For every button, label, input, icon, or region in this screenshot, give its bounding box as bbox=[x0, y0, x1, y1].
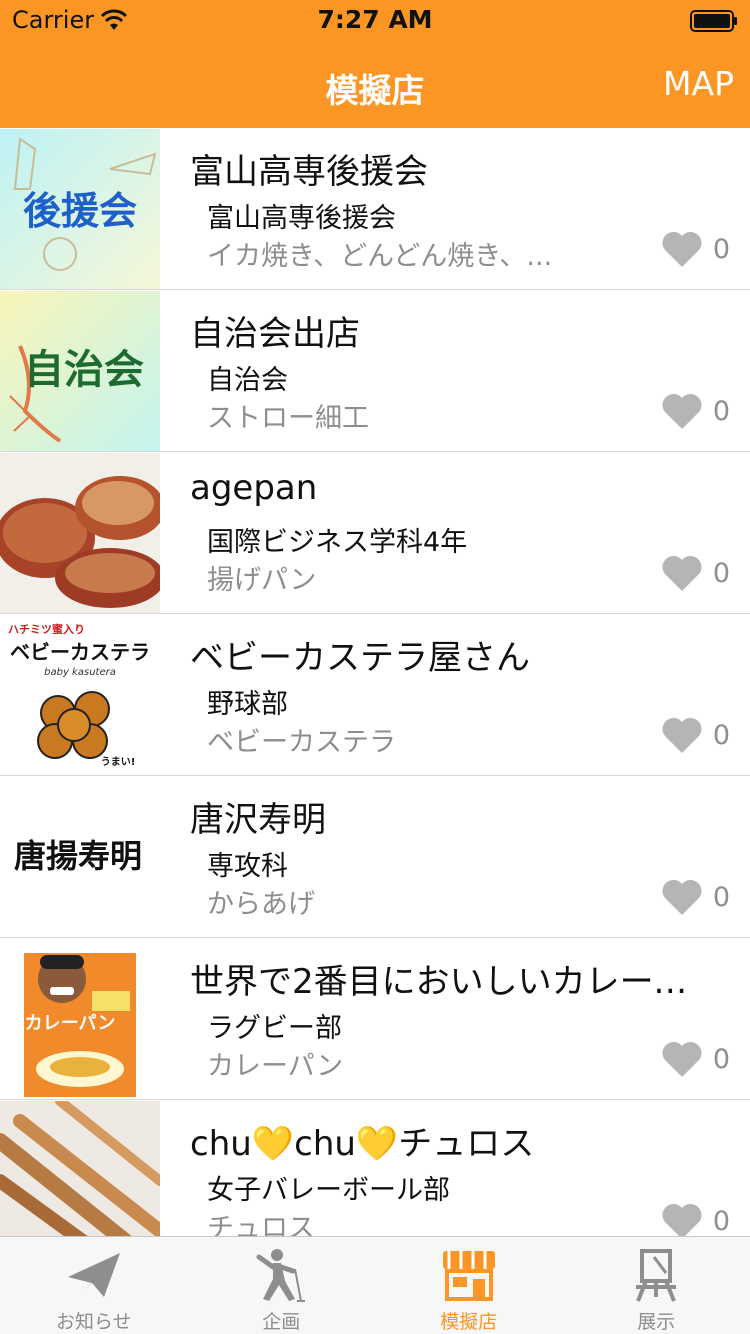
shop-organizer: 野球部 bbox=[207, 689, 288, 720]
map-button[interactable]: MAP bbox=[663, 64, 734, 103]
heart-icon bbox=[662, 1041, 702, 1077]
shop-items: ストロー細工 bbox=[207, 403, 369, 434]
shop-items: カレーパン bbox=[207, 1051, 344, 1082]
shop-name: 唐沢寿明 bbox=[190, 800, 326, 840]
tab-label: 模擬店 bbox=[440, 1311, 498, 1333]
like-count: 0 bbox=[712, 1205, 730, 1237]
shop-thumbnail bbox=[0, 1101, 160, 1236]
shop-row[interactable]: chu💛chu💛チュロス 女子バレーボール部 チュロス 0 bbox=[0, 1100, 750, 1236]
like-count: 0 bbox=[712, 395, 730, 427]
like-button[interactable]: 0 bbox=[661, 554, 730, 592]
thumb-text: カレーパン bbox=[25, 1013, 116, 1034]
shop-organizer: 富山高専後援会 bbox=[207, 203, 396, 234]
thumb-bottom-text: うまい! bbox=[101, 756, 136, 768]
heart-icon bbox=[662, 555, 702, 591]
like-button[interactable]: 0 bbox=[661, 230, 730, 268]
shop-name: 富山高専後援会 bbox=[190, 152, 428, 192]
shop-thumbnail bbox=[0, 453, 160, 613]
tab-bar: お知らせ 企画 模擬店 展示 bbox=[0, 1236, 750, 1334]
thumb-text: 後援会 bbox=[23, 189, 137, 233]
shop-row[interactable]: agepan 国際ビジネス学科4年 揚げパン 0 bbox=[0, 452, 750, 614]
shop-items: ベビーカステラ bbox=[207, 727, 396, 758]
like-button[interactable]: 0 bbox=[661, 392, 730, 430]
paper-plane-icon bbox=[67, 1253, 120, 1297]
shop-row[interactable]: 後援会 富山高専後援会 富山高専後援会 イカ焼き、どんどん焼き、... 0 bbox=[0, 128, 750, 290]
shop-items: チュロス bbox=[207, 1213, 315, 1236]
tab-events[interactable]: 企画 bbox=[188, 1237, 376, 1334]
page-title: 模擬店 bbox=[325, 71, 425, 110]
heart-icon bbox=[662, 717, 702, 753]
shop-thumbnail: 後援会 bbox=[0, 129, 160, 289]
shop-items: 揚げパン bbox=[207, 565, 317, 596]
thumb-top-text: ハチミツ蜜入り bbox=[8, 622, 85, 636]
shop-list[interactable]: 後援会 富山高専後援会 富山高専後援会 イカ焼き、どんどん焼き、... 0 自治… bbox=[0, 128, 750, 1236]
shop-thumbnail: カレーパン bbox=[0, 939, 160, 1099]
navigation-bar: 模擬店 MAP bbox=[0, 40, 750, 128]
easel-icon bbox=[636, 1249, 677, 1302]
tab-shops[interactable]: 模擬店 bbox=[375, 1237, 563, 1334]
shop-name: ベビーカステラ屋さん bbox=[190, 638, 530, 678]
like-button[interactable]: 0 bbox=[661, 1040, 730, 1078]
shop-thumbnail: 自治会 bbox=[0, 291, 160, 451]
shop-thumbnail: ハチミツ蜜入り ベビーカステラ baby kasutera うまい! bbox=[0, 615, 160, 775]
shop-organizer: 女子バレーボール部 bbox=[207, 1175, 450, 1206]
clock: 7:27 AM bbox=[317, 5, 433, 34]
shop-organizer: 自治会 bbox=[207, 365, 288, 396]
shop-name: chu💛chu💛チュロス bbox=[190, 1124, 535, 1164]
like-button[interactable]: 0 bbox=[661, 1202, 730, 1236]
thumb-text: 唐揚寿明 bbox=[14, 837, 142, 875]
shop-name: 世界で2番目においしいカレーパン bbox=[190, 962, 720, 1002]
thumb-subtext: baby kasutera bbox=[44, 667, 116, 678]
battery-icon bbox=[690, 10, 737, 32]
shop-name: agepan bbox=[190, 468, 318, 508]
like-button[interactable]: 0 bbox=[661, 716, 730, 754]
shop-organizer: 国際ビジネス学科4年 bbox=[207, 527, 468, 558]
status-bar: Carrier 7:27 AM bbox=[0, 0, 750, 40]
heart-icon bbox=[662, 879, 702, 915]
tab-label: 企画 bbox=[262, 1311, 301, 1333]
shop-icon bbox=[442, 1251, 495, 1301]
thumb-text: 自治会 bbox=[24, 347, 144, 393]
tab-label: お知らせ bbox=[55, 1311, 132, 1333]
heart-icon bbox=[662, 231, 702, 267]
shop-organizer: 専攻科 bbox=[207, 851, 288, 882]
shop-row[interactable]: カレーパン 世界で2番目においしいカレーパン ラグビー部 カレーパン 0 bbox=[0, 938, 750, 1100]
shop-row[interactable]: 自治会 自治会出店 自治会 ストロー細工 0 bbox=[0, 290, 750, 452]
like-count: 0 bbox=[712, 1043, 730, 1075]
tab-news[interactable]: お知らせ bbox=[0, 1237, 188, 1334]
like-count: 0 bbox=[712, 557, 730, 589]
heart-icon bbox=[662, 1204, 702, 1236]
shop-items: からあげ bbox=[207, 889, 315, 920]
like-count: 0 bbox=[712, 719, 730, 751]
shop-name: 自治会出店 bbox=[190, 314, 360, 354]
like-count: 0 bbox=[712, 233, 730, 265]
shop-thumbnail: 唐揚寿明 bbox=[0, 777, 160, 937]
singer-icon bbox=[256, 1249, 306, 1302]
tab-exhibits[interactable]: 展示 bbox=[563, 1237, 750, 1334]
heart-icon bbox=[662, 393, 702, 429]
tab-label: 展示 bbox=[637, 1311, 676, 1333]
like-button[interactable]: 0 bbox=[661, 878, 730, 916]
shop-organizer: ラグビー部 bbox=[207, 1013, 342, 1044]
thumb-text: ベビーカステラ bbox=[10, 640, 150, 664]
shop-row[interactable]: 唐揚寿明 唐沢寿明 専攻科 からあげ 0 bbox=[0, 776, 750, 938]
shop-row[interactable]: ハチミツ蜜入り ベビーカステラ baby kasutera うまい! ベビーカス… bbox=[0, 614, 750, 776]
shop-items: イカ焼き、どんどん焼き、... bbox=[207, 241, 553, 272]
like-count: 0 bbox=[712, 881, 730, 913]
